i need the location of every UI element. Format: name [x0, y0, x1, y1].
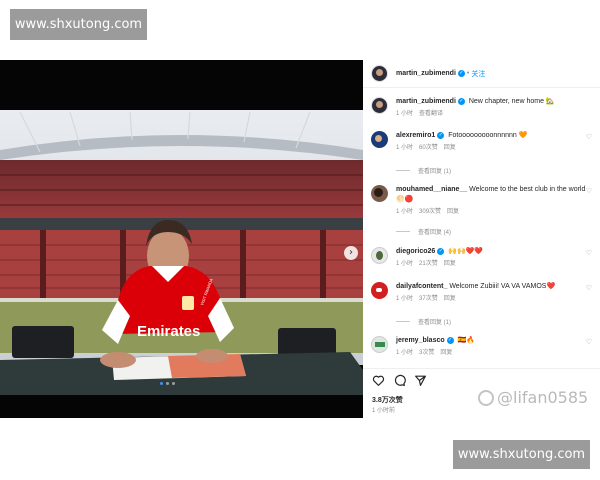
caption-avatar[interactable] — [371, 97, 388, 114]
comment-time: 1 小时 — [396, 261, 414, 267]
share-icon[interactable] — [414, 374, 427, 387]
view-replies[interactable]: 查看回复 (1) — [396, 166, 451, 175]
caption-username[interactable]: martin_zubimendi — [396, 98, 456, 105]
caption-time: 1 小时 — [396, 111, 414, 117]
posted-time: 1 小时前 — [372, 408, 396, 414]
author-avatar[interactable] — [371, 65, 388, 82]
caption-text: New chapter, new home 🏡 — [468, 98, 555, 105]
reply-button[interactable]: 回复 — [444, 296, 456, 302]
commenter-avatar[interactable] — [371, 282, 388, 299]
commenter-avatar[interactable] — [371, 336, 388, 353]
watermark-top: www.shxutong.com — [10, 9, 147, 40]
comment: dailyafcontent_ Welcome Zubiii! VA VA VA… — [371, 282, 596, 304]
comment-time: 1 小时 — [396, 350, 414, 356]
like-comment-heart-icon[interactable]: ♡ — [586, 187, 592, 195]
stadium-photo: Emirates VISIT RWANDA — [0, 110, 363, 418]
heart-icon[interactable] — [372, 374, 385, 387]
likes-count[interactable]: 3.8万次赞 — [372, 395, 403, 405]
view-replies[interactable]: 查看回复 (4) — [396, 227, 451, 236]
like-comment-heart-icon[interactable]: ♡ — [586, 133, 592, 141]
translate-link[interactable]: 查看翻译 — [419, 111, 443, 117]
verified-icon: ✓ — [437, 131, 445, 139]
verified-icon: ✓ — [437, 247, 445, 255]
verified-icon: ✓ — [457, 97, 465, 105]
comment-likes[interactable]: 21次赞 — [419, 261, 438, 267]
reply-button[interactable]: 回复 — [444, 261, 456, 267]
commenter-username[interactable]: mouhamed__niane__ — [396, 186, 467, 193]
like-comment-heart-icon[interactable]: ♡ — [586, 249, 592, 257]
comment-likes[interactable]: 3次赞 — [419, 350, 434, 356]
reply-button[interactable]: 回复 — [447, 209, 459, 215]
reply-button[interactable]: 回复 — [440, 350, 452, 356]
next-photo-chevron-right-icon[interactable]: › — [344, 246, 358, 260]
comment-text: Welcome Zubiii! VA VA VAMOS❤️ — [449, 283, 556, 290]
comment-text: 🇪🇸🔥 — [457, 337, 476, 344]
commenter-avatar[interactable] — [371, 131, 388, 148]
commenter-username[interactable]: diegorico26 — [396, 248, 435, 255]
watermark-logo-icon — [478, 389, 494, 406]
comment-likes[interactable]: 60次赞 — [419, 145, 438, 151]
follow-button[interactable]: 关注 — [471, 69, 485, 79]
comment: diegorico26 ✓ 🙌🙌❤️❤️ 1 小时 21次赞 回复 ♡ — [371, 247, 596, 269]
comment: jeremy_blasco ✓ 🇪🇸🔥 1 小时 3次赞 回复 ♡ — [371, 336, 596, 358]
caption: martin_zubimendi ✓ New chapter, new home … — [371, 97, 596, 119]
corner-watermark: @lifan0585 — [478, 388, 588, 407]
commenter-username[interactable]: dailyafcontent_ — [396, 283, 447, 290]
svg-text:Emirates: Emirates — [137, 323, 200, 340]
comment-likes[interactable]: 37次赞 — [419, 296, 438, 302]
comment-icon[interactable] — [393, 374, 406, 387]
comment-time: 1 小时 — [396, 296, 414, 302]
reply-button[interactable]: 回复 — [444, 145, 456, 151]
comment: alexremiro1 ✓ Fotooooooooonnnnnn 🧡 1 小时 60… — [371, 131, 596, 153]
comment-text: Fotooooooooonnnnnn 🧡 — [448, 132, 528, 139]
comment: mouhamed__niane__ Welcome to the best cl… — [371, 185, 596, 217]
like-comment-heart-icon[interactable]: ♡ — [586, 284, 592, 292]
verified-icon: ✓ — [457, 70, 465, 77]
post-side-panel: martin_zubimendi ✓ • 关注 martin_zubimendi… — [363, 60, 600, 418]
like-comment-heart-icon[interactable]: ♡ — [586, 338, 592, 346]
comment-text: 🙌🙌❤️❤️ — [448, 248, 484, 255]
author-username[interactable]: martin_zubimendi — [396, 70, 456, 77]
verified-icon: ✓ — [446, 336, 454, 344]
comment-likes[interactable]: 309次赞 — [419, 209, 441, 215]
post-photo[interactable]: Emirates VISIT RWANDA › — [0, 60, 363, 418]
commenter-avatar[interactable] — [371, 247, 388, 264]
watermark-bottom: www.shxutong.com — [453, 440, 590, 469]
post-header: martin_zubimendi ✓ • 关注 — [363, 60, 600, 88]
comment-time: 1 小时 — [396, 209, 414, 215]
commenter-avatar[interactable] — [371, 185, 388, 202]
carousel-dots — [160, 382, 175, 385]
commenter-username[interactable]: alexremiro1 — [396, 132, 435, 139]
comment-time: 1 小时 — [396, 145, 414, 151]
view-replies[interactable]: 查看回复 (1) — [396, 317, 451, 326]
instagram-post: Emirates VISIT RWANDA › martin_zubimendi… — [0, 60, 600, 418]
commenter-username[interactable]: jeremy_blasco — [396, 337, 445, 344]
